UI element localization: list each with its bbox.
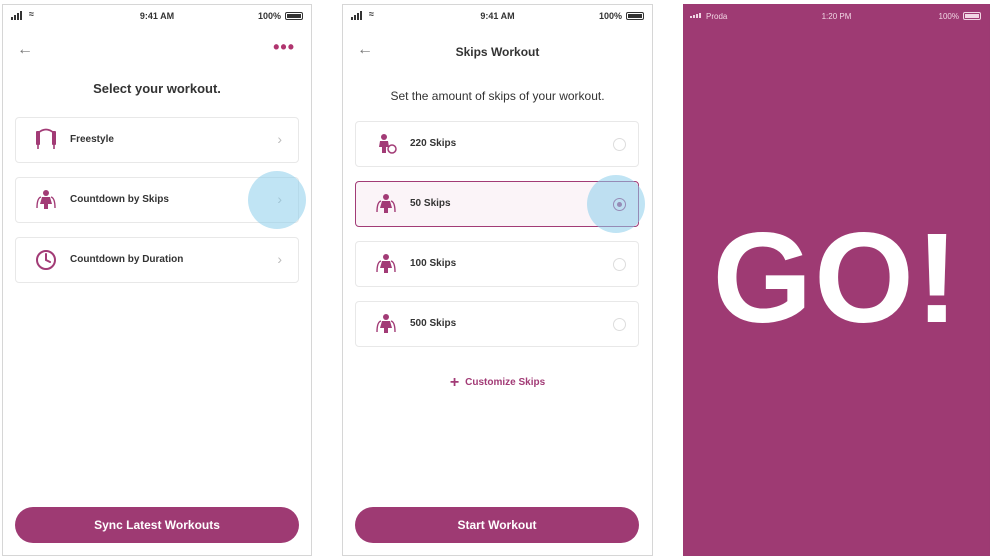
jumper-icon [374,132,398,156]
sync-latest-workouts-button[interactable]: Sync Latest Workouts [15,507,299,543]
option-label: Countdown by Skips [70,194,169,205]
jumper-icon [34,188,58,212]
battery-icon [285,12,303,20]
plus-icon: + [449,374,460,391]
battery-icon [963,12,981,20]
battery-icon [626,12,644,20]
chevron-right-icon: › [277,131,282,147]
skips-option-100[interactable]: 100 Skips [355,241,639,287]
page-heading: Set the amount of skips of your workout. [390,89,605,103]
jumper-icon [374,312,398,336]
option-label: Freestyle [70,134,114,145]
back-arrow-icon[interactable]: ← [17,41,33,59]
battery-percent: 100% [938,12,959,21]
jumper-icon [374,192,398,216]
workout-option-countdown-duration[interactable]: Countdown by Duration › [15,237,299,283]
select-workout-screen: ≈ 9:41 AM 100% ← ••• Select your workout… [2,4,312,556]
option-label: 50 Skips [410,198,451,209]
option-label: 220 Skips [410,138,457,149]
skips-workout-screen: ≈ 9:41 AM 100% ← Skips Workout Set the a… [342,4,653,556]
workout-option-countdown-skips[interactable]: Countdown by Skips › [15,177,299,223]
workout-option-freestyle[interactable]: Freestyle › [15,117,299,163]
start-workout-button[interactable]: Start Workout [355,507,639,543]
option-label: Countdown by Duration [70,254,184,265]
skips-option-500[interactable]: 500 Skips [355,301,639,347]
go-screen: Proda 1:20 PM 100% GO! [683,4,990,556]
more-options-icon[interactable]: ••• [273,37,295,58]
option-label: 100 Skips [410,258,457,269]
rope-icon [34,128,58,152]
skips-option-50[interactable]: 50 Skips [355,181,639,227]
customize-skips-link[interactable]: + Customize Skips [343,374,652,392]
battery-percent: 100% [598,11,622,21]
radio-button[interactable] [613,198,626,211]
jumper-icon [374,252,398,276]
status-bar: Proda 1:20 PM 100% [684,5,989,27]
page-title: Skips Workout [455,45,540,59]
status-bar: ≈ 9:41 AM 100% [3,5,311,27]
chevron-right-icon: › [277,191,282,207]
radio-button[interactable] [613,138,626,151]
chevron-right-icon: › [277,251,282,267]
skips-option-220[interactable]: 220 Skips [355,121,639,167]
go-countdown-text: GO! [712,207,961,350]
clock-icon [34,248,58,272]
option-label: 500 Skips [410,318,457,329]
customize-label: Customize Skips [465,377,546,388]
page-heading: Select your workout. [93,81,221,96]
radio-button[interactable] [613,318,626,331]
battery-percent: 100% [257,11,281,21]
radio-button[interactable] [613,258,626,271]
status-bar: ≈ 9:41 AM 100% [343,5,652,27]
